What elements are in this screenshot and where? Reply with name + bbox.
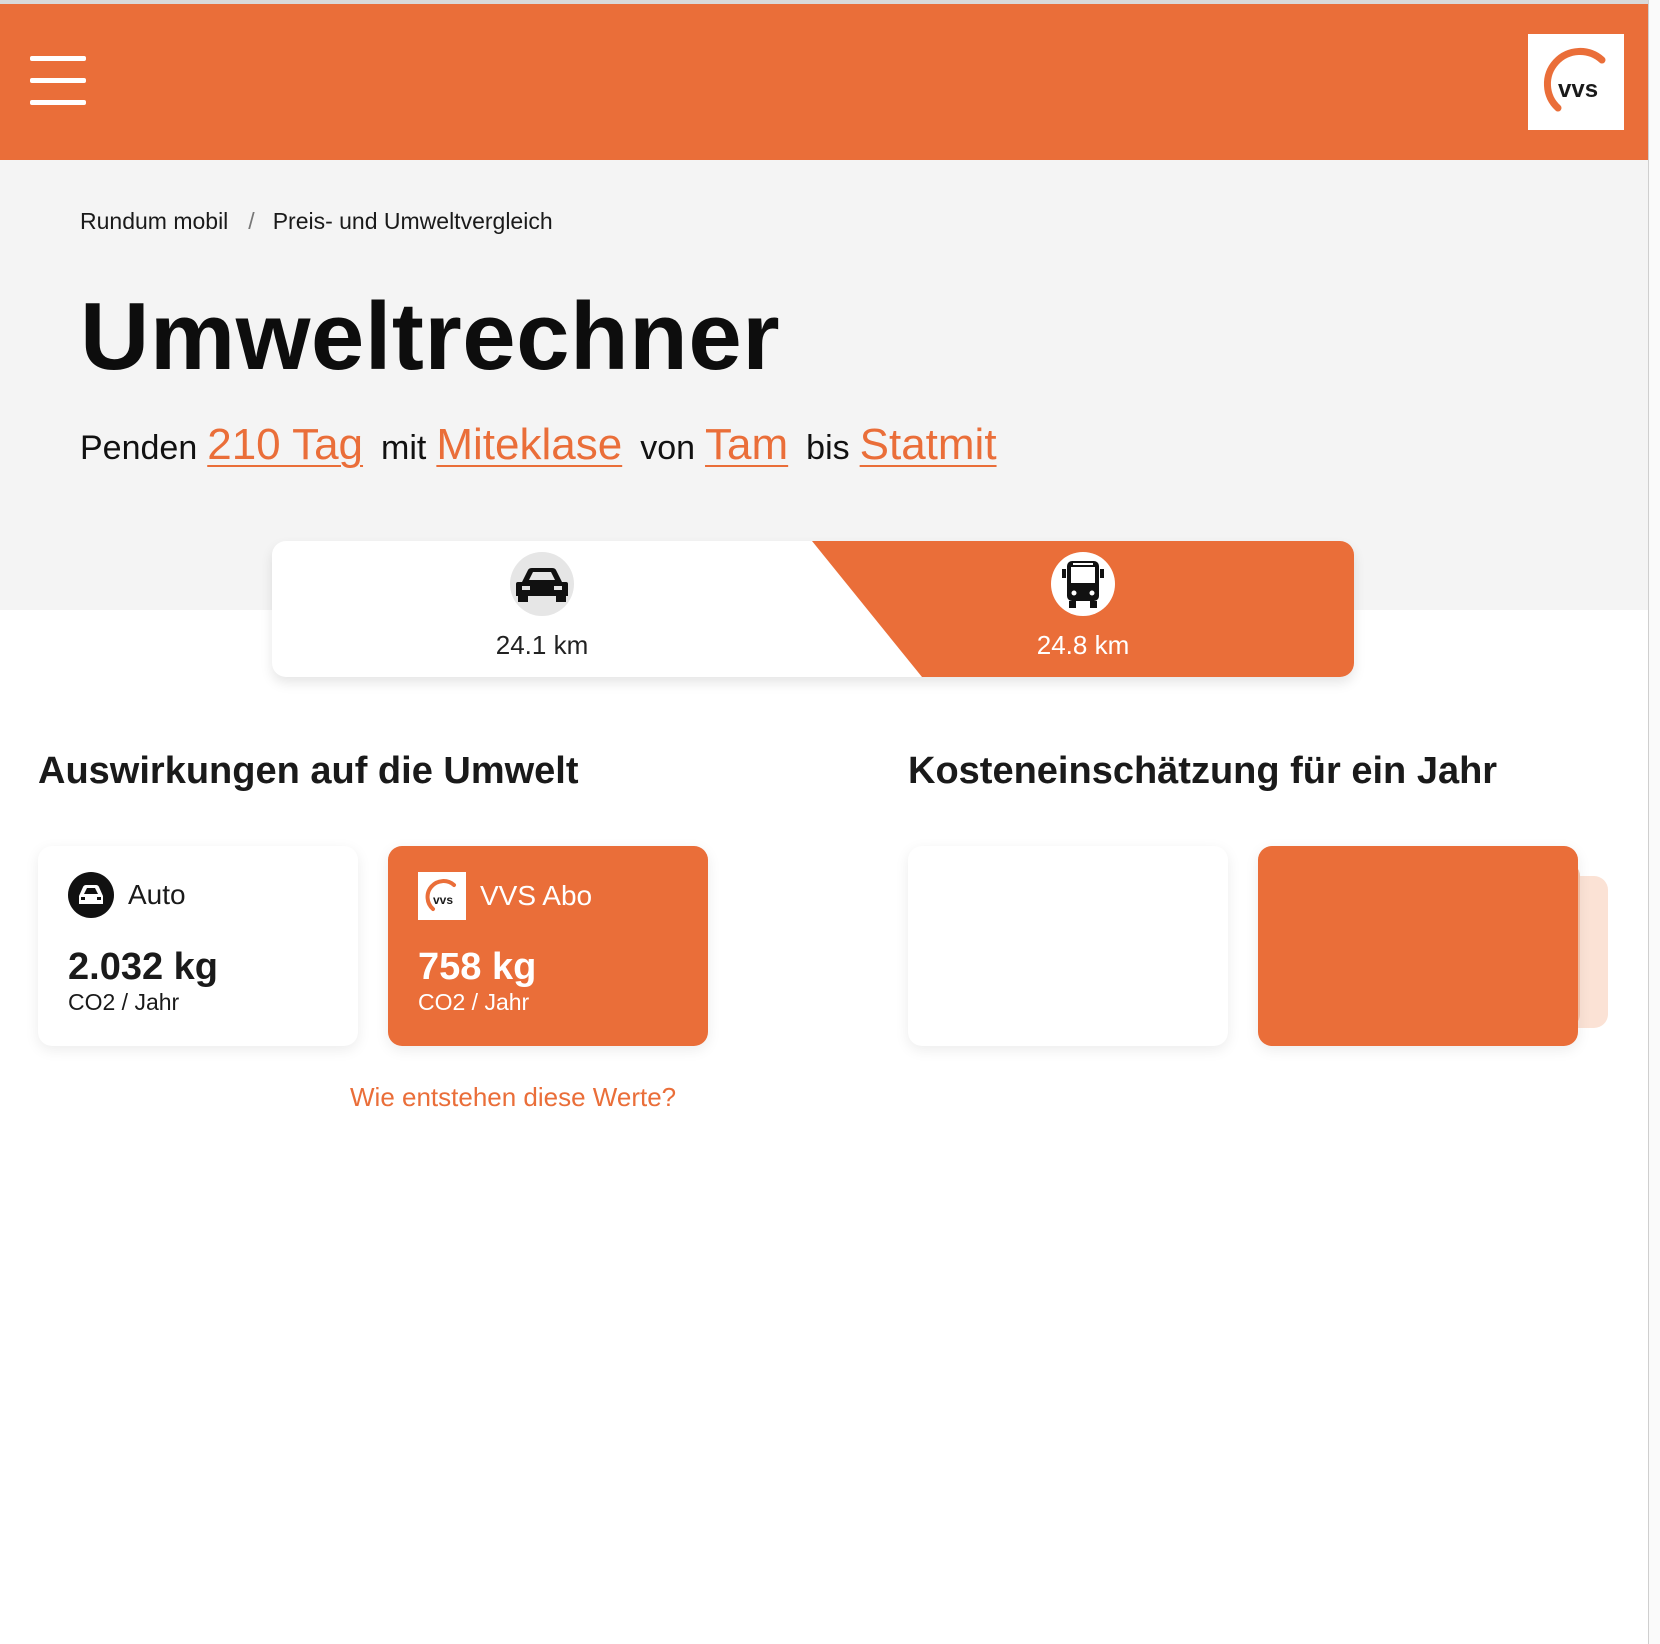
hamburger-menu-icon[interactable] xyxy=(30,56,86,108)
vvs-logo-icon: vvs xyxy=(418,872,466,920)
emission-card-vvs: vvs VVS Abo 758 kg CO2 / Jahr xyxy=(388,846,708,1046)
breadcrumb: Rundum mobil / Preis- und Umweltvergleic… xyxy=(80,208,553,235)
page-title: Umweltrechner xyxy=(80,283,781,390)
card-label: Auto xyxy=(128,879,186,910)
emission-card-auto: Auto 2.032 kg CO2 / Jahr xyxy=(38,846,358,1046)
co2-value: 758 kg xyxy=(418,946,537,988)
costs-heading: Kosteneinschätzung für ein Jahr xyxy=(908,750,1498,792)
mode-transit-option[interactable]: 24.8 km xyxy=(812,541,1354,677)
co2-unit: CO2 / Jahr xyxy=(68,989,180,1015)
co2-value: 2.032 kg xyxy=(68,946,218,988)
cost-card-auto xyxy=(908,846,1228,1046)
sentence-text-bis: bis xyxy=(806,429,850,467)
vvs-logo[interactable]: vvs xyxy=(1528,34,1624,130)
top-bar: vvs xyxy=(0,4,1648,160)
logo-text: vvs xyxy=(1558,76,1598,103)
bus-icon xyxy=(1051,552,1115,616)
car-distance: 24.1 km xyxy=(495,630,589,660)
vehicle-class-selector[interactable]: Miteklase xyxy=(436,420,622,470)
values-info-link[interactable]: Wie entstehen diese Werte? xyxy=(350,1082,676,1113)
page: vvs Rundum mobil / Preis- und Umweltverg… xyxy=(0,0,1660,1644)
car-icon xyxy=(68,872,114,918)
days-selector[interactable]: 210 Tag xyxy=(207,420,363,470)
card-header: Auto xyxy=(68,872,186,918)
origin-selector[interactable]: Tam xyxy=(705,420,788,470)
destination-selector[interactable]: Statmit xyxy=(860,420,997,470)
scrollbar[interactable] xyxy=(1648,0,1660,1644)
commute-sentence: Penden 210 Tag mit Miteklase von Tam bis… xyxy=(80,420,1015,470)
sentence-text-penden: Penden xyxy=(80,429,198,467)
transit-distance: 24.8 km xyxy=(1036,630,1130,660)
environment-heading: Auswirkungen auf die Umwelt xyxy=(38,750,579,792)
transport-mode-switch: 24.1 km 24.8 km xyxy=(272,541,1354,677)
card-header: vvs VVS Abo xyxy=(418,872,592,920)
car-icon xyxy=(510,552,574,616)
vvs-logo-icon: vvs xyxy=(1543,47,1606,112)
cost-card-vvs[interactable] xyxy=(1258,846,1578,1046)
sentence-text-mit: mit xyxy=(381,429,427,467)
co2-unit: CO2 / Jahr xyxy=(418,989,530,1015)
breadcrumb-item-preisvergleich[interactable]: Preis- und Umweltvergleich xyxy=(273,208,553,235)
card-label: VVS Abo xyxy=(480,880,593,911)
svg-text:vvs: vvs xyxy=(433,893,453,907)
breadcrumb-item-rundum-mobil[interactable]: Rundum mobil xyxy=(80,208,228,235)
sentence-text-von: von xyxy=(640,429,696,467)
breadcrumb-separator: / xyxy=(248,208,255,234)
mode-car-option[interactable]: 24.1 km xyxy=(272,541,812,677)
